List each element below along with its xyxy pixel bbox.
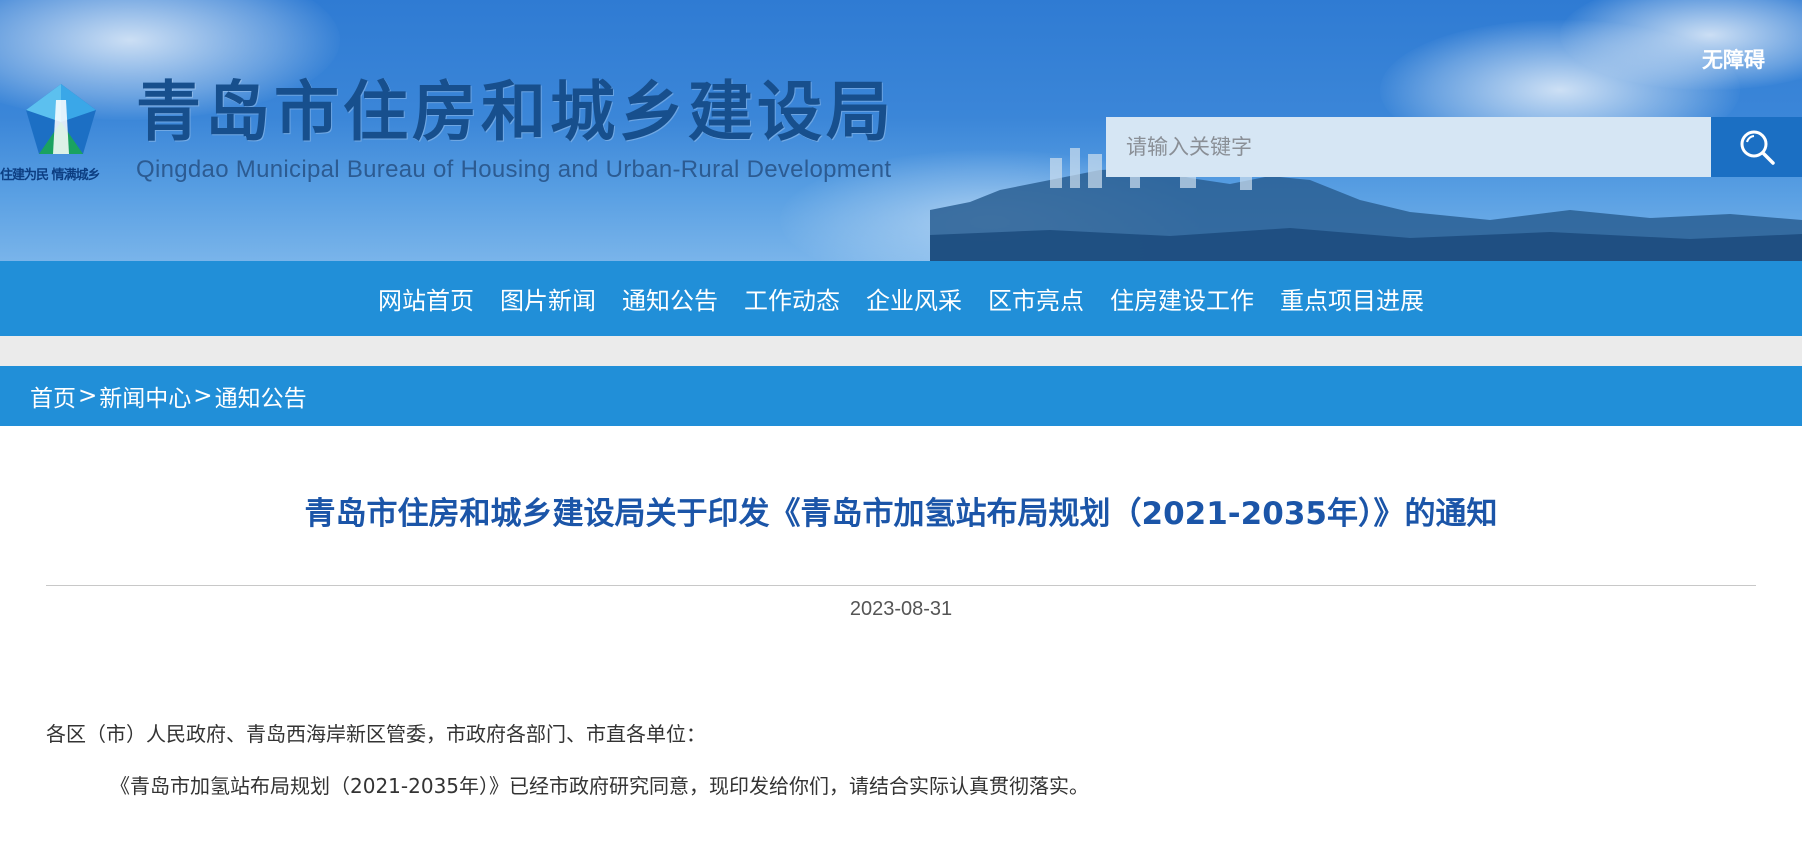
nav-item-district-highlights[interactable]: 区市亮点 [975, 281, 1097, 316]
pentagon-emblem-icon [26, 84, 96, 154]
main-nav: 网站首页 图片新闻 通知公告 工作动态 企业风采 区市亮点 住房建设工作 重点项… [0, 261, 1802, 336]
breadcrumb-home[interactable]: 首页 [30, 379, 76, 413]
nav-item-housing-work[interactable]: 住房建设工作 [1097, 281, 1267, 316]
search-input[interactable] [1106, 117, 1711, 177]
nav-item-notices[interactable]: 通知公告 [609, 281, 731, 316]
nav-item-work-updates[interactable]: 工作动态 [731, 281, 853, 316]
article-date: 2023-08-31 [849, 598, 953, 620]
search-button[interactable] [1711, 117, 1802, 177]
breadcrumb-notices[interactable]: 通知公告 [215, 379, 307, 413]
section-gap [0, 336, 1802, 366]
site-title: 青岛市住房和城乡建设局 [136, 75, 896, 150]
accessibility-link[interactable]: 无障碍 [1702, 44, 1765, 74]
article-paragraph: 各区（市）人民政府、青岛西海岸新区管委，市政府各部门、市直各单位： [46, 722, 706, 746]
title-divider [46, 585, 1756, 586]
breadcrumb-separator: > [193, 383, 213, 409]
header-banner: 住建为民 情满城乡 青岛市住房和城乡建设局 Qingdao Municipal … [0, 0, 1802, 261]
nav-item-photo-news[interactable]: 图片新闻 [487, 281, 609, 316]
site-subtitle: Qingdao Municipal Bureau of Housing and … [136, 156, 892, 183]
article-paragraph: 《青岛市加氢站布局规划（2021-2035年）》已经市政府研究同意，现印发给你们… [110, 774, 1090, 798]
breadcrumb-separator: > [78, 383, 98, 409]
article-title: 青岛市住房和城乡建设局关于印发《青岛市加氢站布局规划（2021-2035年）》的… [304, 496, 1498, 532]
nav-item-home[interactable]: 网站首页 [365, 281, 487, 316]
search-icon [1740, 130, 1775, 165]
breadcrumb-news-center[interactable]: 新闻中心 [99, 379, 191, 413]
slogan: 住建为民 情满城乡 [0, 168, 101, 183]
breadcrumb: 首页 > 新闻中心 > 通知公告 [0, 366, 1802, 426]
nav-item-key-projects[interactable]: 重点项目进展 [1267, 281, 1437, 316]
nav-item-enterprises[interactable]: 企业风采 [853, 281, 975, 316]
